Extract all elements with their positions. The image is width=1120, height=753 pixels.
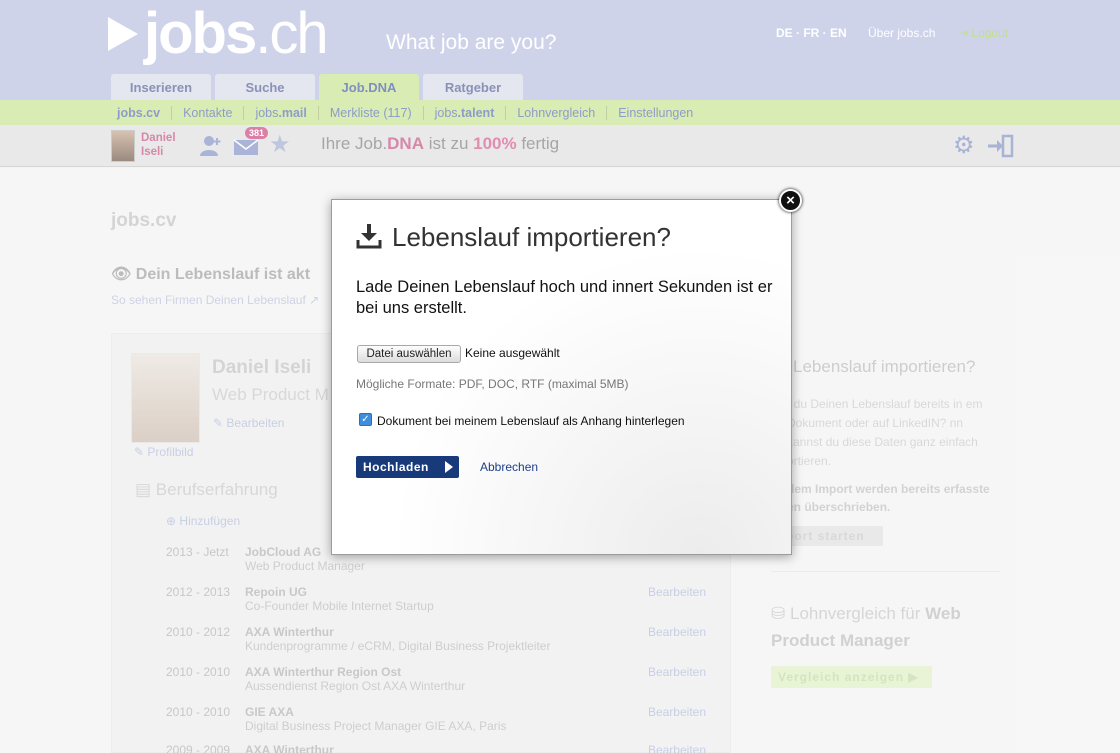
subnav-item-jobs-mail[interactable]: jobs.mail — [243, 105, 317, 120]
main-tabs: Inserieren Suche Job.DNA Ratgeber — [111, 74, 523, 100]
progress-pre: Ihre Job. — [321, 134, 388, 153]
site-header: jobs.ch What job are you? DE · FR · EN Ü… — [0, 0, 1120, 100]
language-switcher[interactable]: DE · FR · EN — [776, 26, 847, 40]
attach-document-label[interactable]: Dokument bei meinem Lebenslauf als Anhan… — [377, 414, 685, 428]
logout-label: Logout — [971, 26, 1009, 40]
modal-lead-text: Lade Deinen Lebenslauf hoch und innert S… — [356, 278, 773, 317]
tagline: What job are you? — [386, 31, 557, 54]
about-link[interactable]: Über jobs.ch — [868, 26, 935, 40]
subnav-item-jobs-cv[interactable]: jobs.cv — [106, 106, 171, 120]
mail-count-badge: 381 — [245, 127, 269, 139]
star-icon[interactable]: ★ — [269, 133, 291, 157]
user-first-name: Daniel — [141, 132, 176, 144]
contacts-icon[interactable] — [198, 134, 224, 158]
download-icon — [356, 224, 382, 249]
logo-suffix: .ch — [255, 1, 328, 66]
subnav-item-einstellungen[interactable]: Einstellungen — [606, 105, 704, 120]
upload-button[interactable]: Hochladen — [356, 456, 459, 478]
avatar[interactable] — [111, 130, 135, 162]
subnav-item-lohnvergleich[interactable]: Lohnvergleich — [505, 105, 606, 120]
play-arrow-icon — [445, 461, 453, 473]
subnav-item-merkliste[interactable]: Merkliste (117) — [317, 105, 423, 120]
sub-navigation: jobs.cv Kontakte jobs.mail Merkliste (11… — [0, 100, 1120, 125]
upload-label: Hochladen — [363, 460, 429, 474]
user-last-name: Iseli — [141, 146, 164, 158]
selected-file-text: Keine ausgewählt — [465, 346, 560, 360]
attach-document-checkbox[interactable]: ✓ — [359, 413, 372, 426]
jobs-ch-logo[interactable]: jobs.ch — [108, 5, 329, 63]
subnav-label-bold: .talent — [457, 105, 495, 120]
exit-icon[interactable] — [986, 134, 1014, 158]
progress-mid: ist zu — [424, 134, 474, 153]
profile-progress-text: Ihre Job.DNA ist zu 100% fertig — [321, 134, 559, 154]
subnav-label: jobs — [434, 105, 458, 120]
subnav-label: jobs — [117, 105, 143, 120]
tab-inserieren[interactable]: Inserieren — [111, 74, 211, 100]
progress-dna: DNA — [387, 134, 424, 153]
subnav-label-bold: .mail — [278, 105, 307, 120]
close-icon[interactable]: × — [779, 189, 802, 212]
gear-icon[interactable]: ⚙ — [953, 134, 975, 158]
cancel-link[interactable]: Abbrechen — [480, 460, 538, 474]
subnav-item-jobs-talent[interactable]: jobs.talent — [422, 105, 506, 120]
profile-status-bar: Daniel Iseli 381 ★ ⚙ — [0, 125, 1120, 167]
user-name[interactable]: Daniel Iseli — [141, 131, 201, 159]
tab-job-dna[interactable]: Job.DNA — [319, 74, 419, 100]
logout-link[interactable]: ⇥ Logout — [958, 26, 1008, 40]
tab-suche[interactable]: Suche — [215, 74, 315, 100]
logout-icon: ⇥ — [958, 26, 969, 40]
subnav-label: jobs — [255, 105, 279, 120]
modal-title: Lebenslauf importieren? — [392, 222, 671, 252]
progress-post: fertig — [516, 134, 560, 153]
play-logo-icon — [108, 17, 138, 51]
subnav-item-kontakte[interactable]: Kontakte — [171, 105, 243, 120]
subnav-label-bold: .cv — [142, 105, 161, 120]
progress-percent: 100% — [473, 134, 517, 153]
allowed-formats-text: Mögliche Formate: PDF, DOC, RTF (maximal… — [356, 377, 629, 391]
choose-file-button[interactable]: Datei auswählen — [357, 345, 461, 363]
logo-text: jobs — [144, 1, 257, 66]
tab-ratgeber[interactable]: Ratgeber — [423, 74, 523, 100]
